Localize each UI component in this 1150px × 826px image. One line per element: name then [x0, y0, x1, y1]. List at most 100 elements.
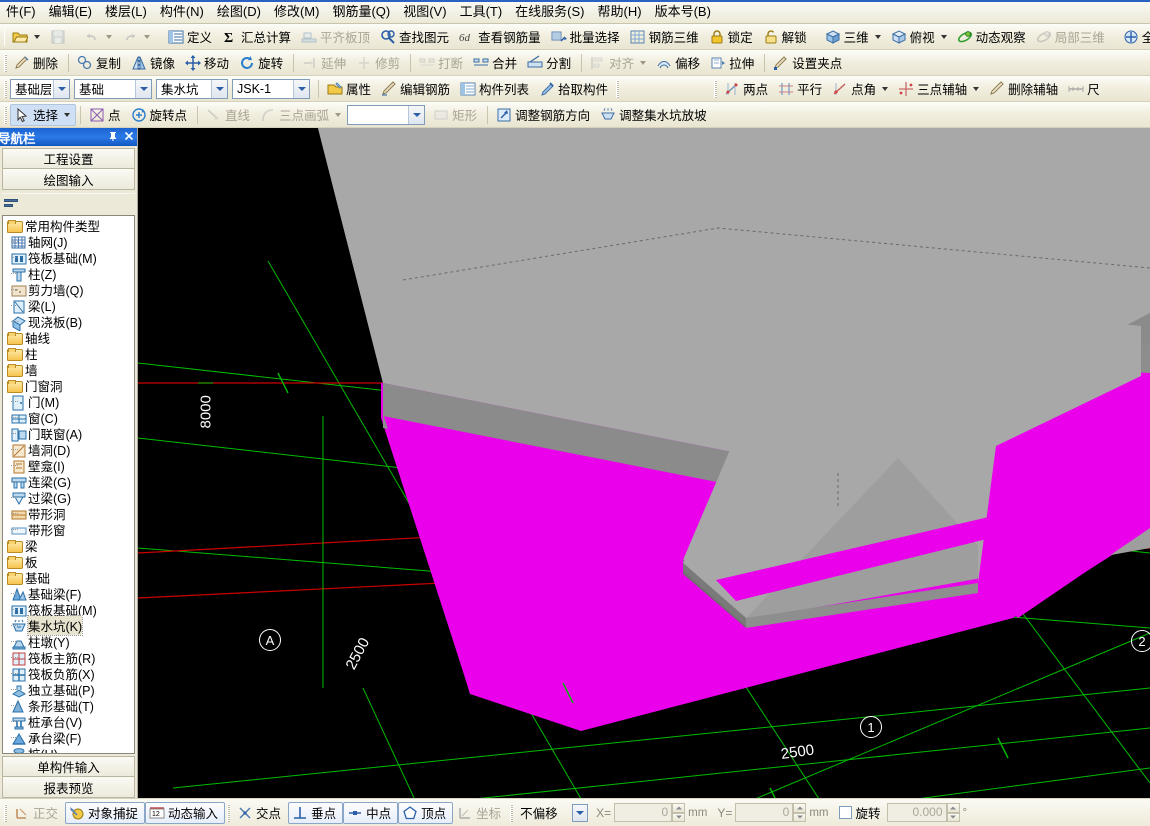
- toolbar-button-offset[interactable]: 偏移: [652, 52, 706, 74]
- toolbar-button-two-point[interactable]: 两点: [720, 78, 774, 100]
- tree-item-10[interactable]: 门窗洞: [3, 378, 134, 394]
- toolbar-button-mirror[interactable]: 镜像: [127, 52, 181, 74]
- toolbar-button-ruler[interactable]: 尺: [1064, 78, 1106, 100]
- toolbar-button-delete-axis[interactable]: 删除辅轴: [985, 78, 1064, 100]
- toolbar-button-merge[interactable]: 合并: [469, 52, 523, 74]
- rotate-spinner[interactable]: [946, 803, 960, 822]
- component-tree[interactable]: 常用构件类型 轴网(J) 筏板基础(M) 柱(Z) 剪力墙(Q) 梁(L) 现浇板(B) 轴线…: [2, 214, 135, 754]
- chevron-down-icon[interactable]: [211, 79, 227, 98]
- menu-item-1[interactable]: 编辑(E): [43, 0, 99, 24]
- snap-intersection[interactable]: 交点: [233, 802, 288, 824]
- tree-item-7[interactable]: 轴线: [3, 330, 134, 346]
- chevron-down-icon[interactable]: [940, 34, 947, 39]
- component-type-select[interactable]: 集水坑: [156, 78, 228, 99]
- toolbar-button-split[interactable]: 分割: [523, 52, 577, 74]
- toolbar-button-adjust-rebar-dir[interactable]: 调整钢筋方向: [492, 104, 596, 126]
- toolbar-button-point[interactable]: 点: [85, 104, 127, 126]
- chevron-down-icon[interactable]: [973, 86, 980, 91]
- tree-item-6[interactable]: 现浇板(B): [3, 314, 134, 332]
- menu-item-6[interactable]: 钢筋量(Q): [326, 0, 397, 24]
- chevron-down-icon[interactable]: [64, 112, 71, 117]
- toolbar-button-topview[interactable]: 俯视: [887, 26, 953, 48]
- toolbar-grip[interactable]: [4, 79, 7, 98]
- pin-icon[interactable]: [105, 130, 121, 145]
- tree-item-17[interactable]: 过梁(G): [3, 490, 134, 506]
- chevron-down-icon[interactable]: [640, 60, 647, 65]
- rotate-input[interactable]: 0.000: [886, 803, 947, 822]
- menu-item-5[interactable]: 修改(M): [268, 0, 327, 24]
- tree-item-11[interactable]: 门(M): [3, 394, 134, 410]
- floor-select[interactable]: 基础层: [10, 78, 70, 99]
- tree-item-20[interactable]: 梁: [3, 538, 134, 554]
- tree-item-0[interactable]: 常用构件类型: [3, 218, 134, 234]
- toolbar-grip[interactable]: [510, 803, 514, 822]
- toolbar-button-adjust-sump-slope[interactable]: 调整集水坑放坡: [596, 104, 713, 126]
- snap-vertex[interactable]: 顶点: [398, 801, 454, 824]
- toolbar-button-three-point-axis[interactable]: 三点辅轴: [894, 78, 985, 100]
- chevron-down-icon[interactable]: [874, 34, 881, 39]
- tree-item-9[interactable]: 墙: [3, 362, 134, 378]
- tree-item-4[interactable]: 剪力墙(Q): [3, 282, 134, 298]
- toolbar-button-cursor[interactable]: 选择: [10, 103, 77, 126]
- toolbar-button-rotate-point[interactable]: 旋转点: [127, 104, 194, 126]
- toolbar-button-parallel[interactable]: 平行: [774, 78, 828, 100]
- snap-perpendicular[interactable]: 垂点: [288, 801, 344, 824]
- toolbar-grip[interactable]: [4, 803, 7, 822]
- toolbar-button-setgrip[interactable]: 设置夹点: [769, 52, 848, 74]
- status-osnap[interactable]: 对象捕捉: [65, 801, 146, 824]
- menu-item-3[interactable]: 构件(N): [154, 0, 211, 24]
- tree-item-14[interactable]: 墙洞(D): [3, 442, 134, 458]
- chevron-down-icon[interactable]: [882, 86, 889, 91]
- offset-mode-select[interactable]: 不偏移: [516, 803, 589, 823]
- toolbar-button-point-angle[interactable]: 点角: [828, 78, 894, 100]
- tree-item-21[interactable]: 板: [3, 554, 134, 570]
- toolbar-button-find-element[interactable]: 查找图元: [376, 26, 455, 48]
- chevron-down-icon[interactable]: [34, 34, 40, 39]
- category-select[interactable]: 基础: [74, 78, 152, 99]
- chevron-down-icon[interactable]: [572, 803, 589, 822]
- x-input[interactable]: 0: [614, 803, 673, 822]
- toolbar-button-unlock[interactable]: 解锁: [759, 26, 813, 48]
- close-icon[interactable]: [121, 130, 137, 145]
- toolbar-button-batch-select[interactable]: 批量选择: [547, 26, 626, 48]
- toolbar-button-rebar-3d[interactable]: 钢筋三维: [626, 26, 705, 48]
- toolbar-button-sigma[interactable]: Σ 汇总计算: [218, 26, 297, 48]
- component-name-select[interactable]: JSK-1: [232, 78, 310, 99]
- toolbar-button-copy[interactable]: 复制: [73, 52, 127, 74]
- nav-button-1[interactable]: 绘图输入: [2, 169, 135, 190]
- toolbar-grip[interactable]: [4, 27, 5, 46]
- chevron-down-icon[interactable]: [53, 79, 69, 98]
- tree-item-2[interactable]: 筏板基础(M): [3, 250, 134, 266]
- toolbar-button-edit-rebar[interactable]: 编辑钢筋: [377, 78, 456, 100]
- chevron-down-icon[interactable]: [408, 105, 425, 124]
- toolbar-grip[interactable]: [714, 79, 718, 98]
- tree-item-18[interactable]: 带形洞: [3, 506, 134, 522]
- chevron-down-icon[interactable]: [135, 79, 151, 98]
- toolbar-button-view-rebar[interactable]: 6d 查看钢筋量: [455, 26, 547, 48]
- toolbar-button-delete[interactable]: 删除: [10, 52, 64, 74]
- tree-item-32[interactable]: 承台梁(F): [3, 730, 134, 746]
- status-dyninput[interactable]: 12 动态输入: [145, 801, 226, 824]
- nav-button-0[interactable]: 工程设置: [2, 148, 135, 169]
- toolbar-grip[interactable]: [4, 53, 7, 72]
- toolbar-button-component-list[interactable]: 构件列表: [456, 78, 535, 100]
- toolbar-button-fullscreen[interactable]: 全屏: [1119, 26, 1150, 48]
- toolbar-button-move[interactable]: 移动: [181, 52, 235, 74]
- tree-item-19[interactable]: 带形窗: [3, 522, 134, 538]
- open-file-button[interactable]: [8, 26, 46, 48]
- menu-item-2[interactable]: 楼层(L): [99, 0, 154, 24]
- toolbar-button-lock[interactable]: 锁定: [705, 26, 759, 48]
- menu-item-7[interactable]: 视图(V): [397, 0, 453, 24]
- menu-item-8[interactable]: 工具(T): [454, 0, 510, 24]
- menu-item-11[interactable]: 版本号(B): [649, 0, 718, 24]
- toolbar-grip[interactable]: [4, 105, 7, 124]
- toolbar-button-define[interactable]: 定义: [164, 26, 218, 48]
- toolbar-grip[interactable]: [227, 803, 231, 822]
- menu-item-4[interactable]: 绘图(D): [211, 0, 268, 24]
- toolbar-button-cube-3d[interactable]: 三维: [821, 26, 887, 48]
- list-view-icon[interactable]: [4, 196, 20, 210]
- toolbar-button-rotate[interactable]: 旋转: [235, 52, 289, 74]
- menu-item-0[interactable]: 件(F): [0, 0, 43, 24]
- y-input[interactable]: 0: [735, 803, 794, 822]
- chevron-down-icon[interactable]: [293, 79, 309, 98]
